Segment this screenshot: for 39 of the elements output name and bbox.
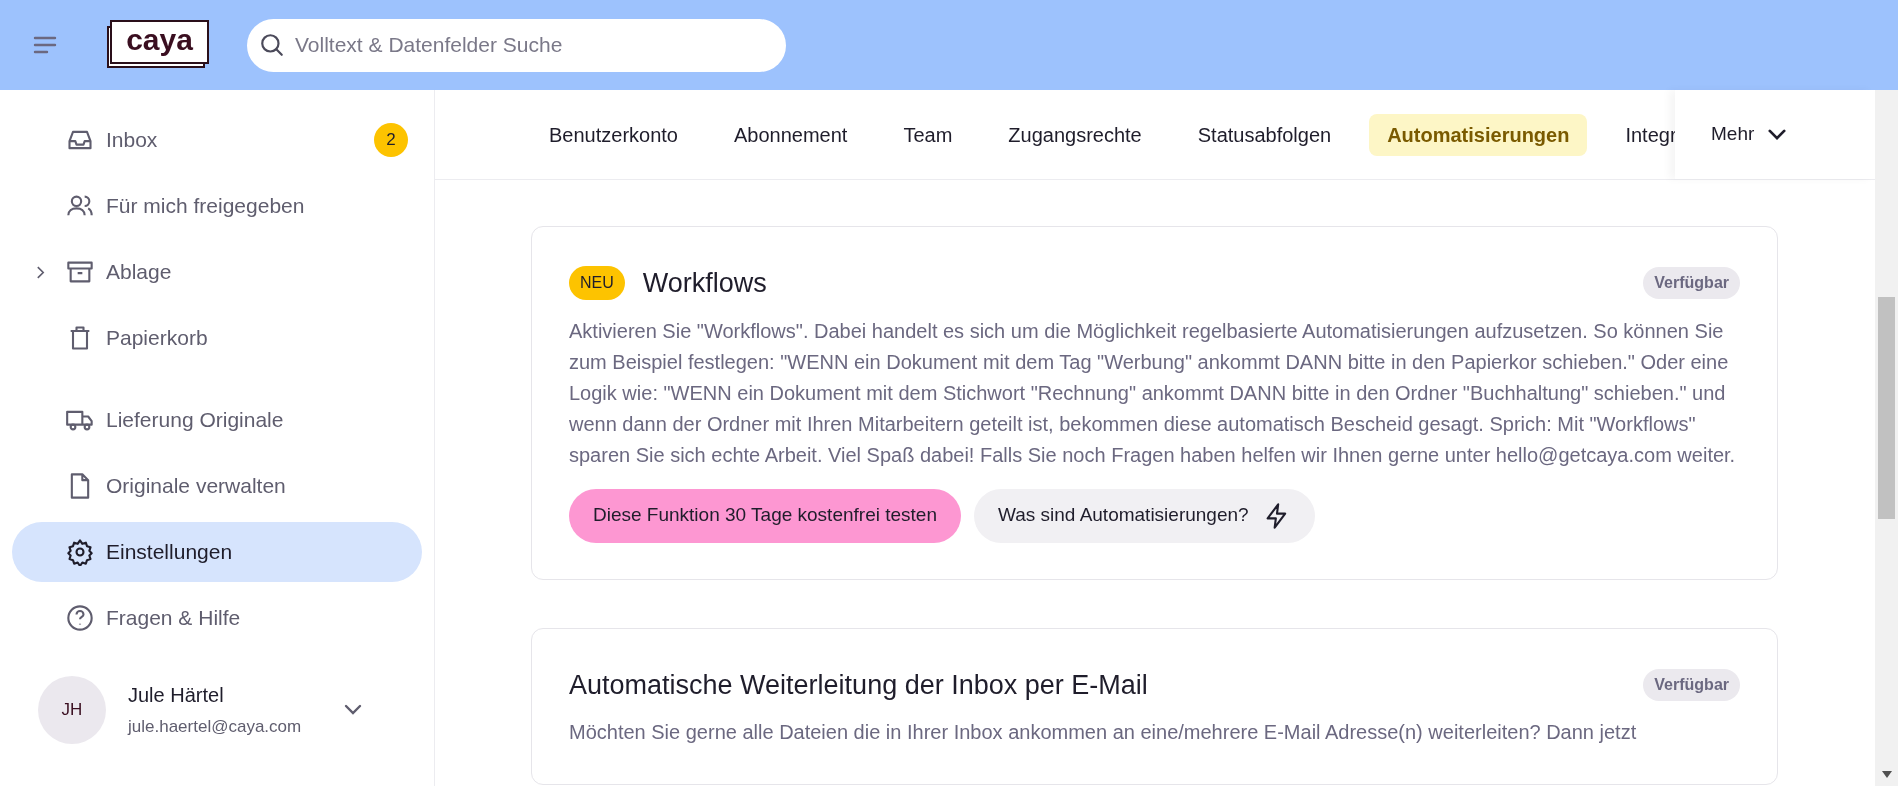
user-email: jule.haertel@caya.com — [128, 716, 303, 739]
tab[interactable]: Zugangsrechte — [990, 113, 1160, 156]
count-badge: 2 — [374, 123, 408, 157]
card-title: Workflows — [642, 267, 768, 300]
tab[interactable]: Statusabfolgen — [1179, 113, 1350, 156]
chevron-icon[interactable] — [36, 265, 45, 279]
status-badge: Verfügbar — [1643, 668, 1740, 701]
search-field[interactable]: Volltext & Datenfelder Suche — [247, 18, 786, 72]
info-button[interactable]: Was sind Automatisierungen? — [973, 488, 1315, 543]
sidebar-item[interactable]: Originale verwalten — [12, 456, 422, 516]
user-avatar[interactable]: JH — [38, 676, 106, 744]
chevron-down-icon[interactable] — [343, 704, 363, 716]
card-description: Möchten Sie gerne alle Dateien die in Ihrer Inbox ankommen an eine/mehrere E-Mail Adresse(n) weiterleiten? Dann jetzt — [569, 720, 1638, 745]
settings-icon — [66, 538, 94, 566]
sidebar-item[interactable]: Einstellungen — [12, 522, 422, 582]
sidebar-item[interactable]: Inbox 2 — [12, 110, 422, 170]
sidebar-item[interactable]: Für mich freigegeben — [12, 176, 422, 236]
new-badge: NEU — [569, 266, 625, 301]
sidebar-item[interactable]: Papierkorb — [12, 308, 422, 368]
chevron-down-icon — [1768, 129, 1787, 140]
sidebar-item[interactable]: Lieferung Originale — [12, 390, 422, 450]
menu-icon[interactable] — [33, 36, 57, 54]
status-badge: Verfügbar — [1643, 267, 1740, 300]
card-description: Aktivieren Sie "Workflows". Dabei handelt es sich um die Möglichkeit regelbasierte Automatisierungen aufzusetzen. So können Sie zum Beispiel festlegen: "WENN ein Dokument mit dem Tag "Werbung" ankommt DANN bitte in den Papierkor schieben." Oder eine Logik wie: "WENN ein Dokument mit dem Stichwort "Rechnung" ankommt DANN bitte in den Ordner "Buchhaltung" schieben." und wenn dann der Ordner mit Ihren Mitarbeitern geteilt ist, bekommen diese automatisch Bescheid gesagt. Sprich: Mit "Workflows" sparen Sie sich echte Arbeit. Viel Spaß dabei! Falls Sie noch Fragen haben helfen wir Ihnen gerne unter hello@getcaya.com weiter. — [569, 318, 1737, 468]
tab[interactable]: Abonnement — [716, 113, 866, 156]
scroll-down-icon[interactable] — [1881, 771, 1892, 778]
more-menu[interactable]: Mehr — [1711, 120, 1787, 149]
tab[interactable]: Automatisierungen — [1369, 113, 1588, 156]
tab[interactable]: Benutzerkonto — [531, 113, 696, 156]
tab[interactable]: Team — [885, 113, 971, 156]
sidebar-item[interactable]: Ablage — [12, 242, 422, 302]
help-icon — [66, 604, 94, 632]
user-name: Jule Härtel — [128, 683, 225, 709]
search-icon — [259, 31, 285, 58]
scrollbar-thumb[interactable] — [1878, 297, 1895, 519]
trial-button[interactable]: Diese Funktion 30 Tage kostenfrei testen — [569, 488, 961, 543]
scrollbar[interactable] — [1875, 90, 1898, 786]
card-title: Automatische Weiterleitung der Inbox per E-Mail — [569, 668, 1149, 702]
sidebar-item[interactable]: Fragen & Hilfe — [12, 588, 422, 648]
